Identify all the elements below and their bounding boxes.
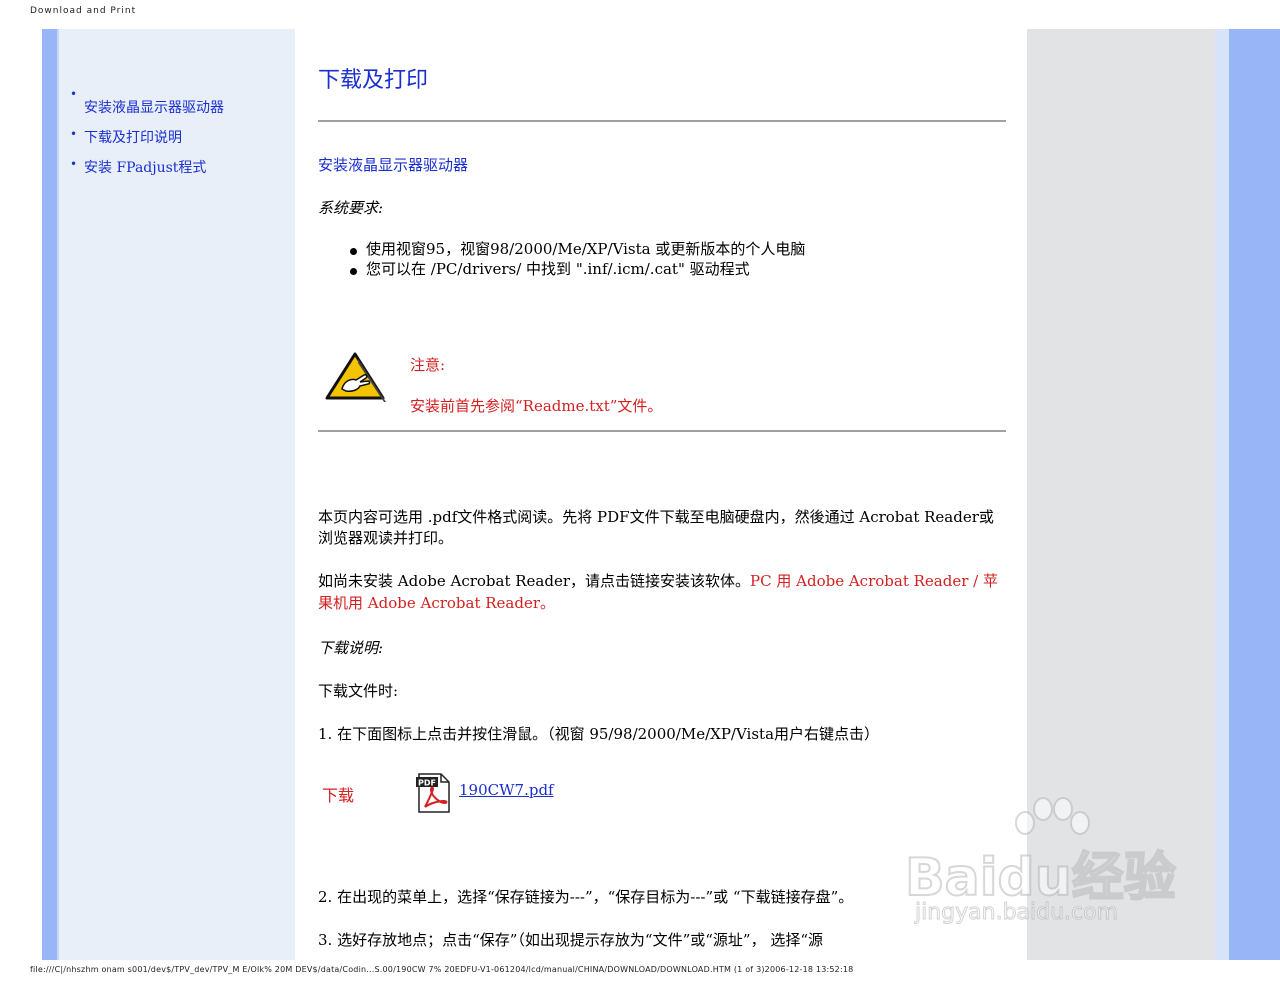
link-separator: /	[968, 572, 983, 590]
bullet-icon: •	[70, 127, 78, 141]
caution-hand-icon	[325, 352, 386, 402]
note-label: 注意:	[410, 356, 446, 374]
step-2-text: 2. 在出现的菜单上，选择“保存链接为---”，“保存目标为---”或 “下载链…	[318, 888, 854, 906]
right-blue-stripe	[1229, 29, 1280, 960]
right-light-stripe	[1215, 29, 1229, 960]
acrobat-paragraph: 如尚未安装 Adobe Acrobat Reader，请点击链接安装该软体。PC…	[318, 570, 998, 614]
list-item: 使用视窗95，视窗98/2000/Me/XP/Vista 或更新版本的个人电脑	[348, 239, 805, 259]
sidebar-item-download-print[interactable]: • 下载及打印说明	[70, 128, 290, 148]
step-3-text: 3. 选好存放地点；点击“保存”（如出现提示存放为“文件”或“源址”， 选择“源	[318, 931, 824, 949]
section-title: 安装液晶显示器驱动器	[318, 156, 469, 174]
system-requirements-label: 系统要求:	[318, 199, 384, 217]
pdf-download-link[interactable]: 190CW7.pdf	[459, 781, 554, 799]
download-file-when-text: 下载文件时:	[318, 682, 399, 700]
pdf-intro-paragraph: 本页内容可选用 .pdf文件格式阅读。先将 PDF文件下载至电脑硬盘内，然後通过…	[318, 508, 994, 547]
print-footer: file:///C|/nhszhm onam s001/dev$/TPV_dev…	[30, 965, 854, 974]
sidebar-nav: • 安装液晶显示器驱动器 • 下载及打印说明 • 安装 FPadjust程式	[70, 88, 290, 188]
baidu-watermark: Baidu经验 jingyan.baidu.com	[904, 795, 1205, 945]
step-1-text: 1. 在下面图标上点击并按住滑鼠。（视窗 95/98/2000/Me/XP/Vi…	[318, 725, 880, 743]
list-item: 您可以在 /PC/drivers/ 中找到 ".inf/.icm/.cat" 驱…	[348, 259, 805, 279]
bullet-icon: •	[70, 87, 78, 101]
sidebar-item-fpadjust[interactable]: • 安装 FPadjust程式	[70, 158, 290, 178]
pdf-file-icon[interactable]: PDF	[415, 773, 451, 813]
pc-acrobat-link[interactable]: PC 用 Adobe Acrobat Reader	[750, 572, 968, 590]
divider	[318, 120, 1006, 122]
pdf-icon-label: PDF	[418, 779, 436, 788]
page-title: 下载及打印	[318, 68, 429, 93]
watermark-url: jingyan.baidu.com	[914, 900, 1119, 926]
requirements-list: 使用视窗95，视窗98/2000/Me/XP/Vista 或更新版本的个人电脑 …	[348, 239, 805, 279]
print-header: Download and Print	[30, 6, 137, 16]
acrobat-prefix-text: 如尚未安装 Adobe Acrobat Reader，请点击链接安装该软体。	[318, 572, 751, 590]
download-label: 下载	[322, 786, 355, 805]
bullet-icon: •	[70, 157, 78, 171]
watermark-text: Baidu经验	[904, 847, 1177, 909]
note-text: 安装前首先参阅“Readme.txt”文件。	[410, 397, 663, 415]
download-instructions-label: 下载说明:	[318, 639, 384, 657]
sidebar-item-label[interactable]: 安装液晶显示器驱动器	[84, 100, 224, 116]
divider	[318, 430, 1006, 432]
sidebar-item-label[interactable]: 下载及打印说明	[84, 130, 182, 146]
sidebar-item-label[interactable]: 安装 FPadjust程式	[84, 160, 206, 176]
sentence-end: 。	[540, 594, 556, 612]
sidebar-item-install-driver[interactable]: • 安装液晶显示器驱动器	[70, 88, 290, 118]
left-blue-stripe	[42, 29, 57, 960]
